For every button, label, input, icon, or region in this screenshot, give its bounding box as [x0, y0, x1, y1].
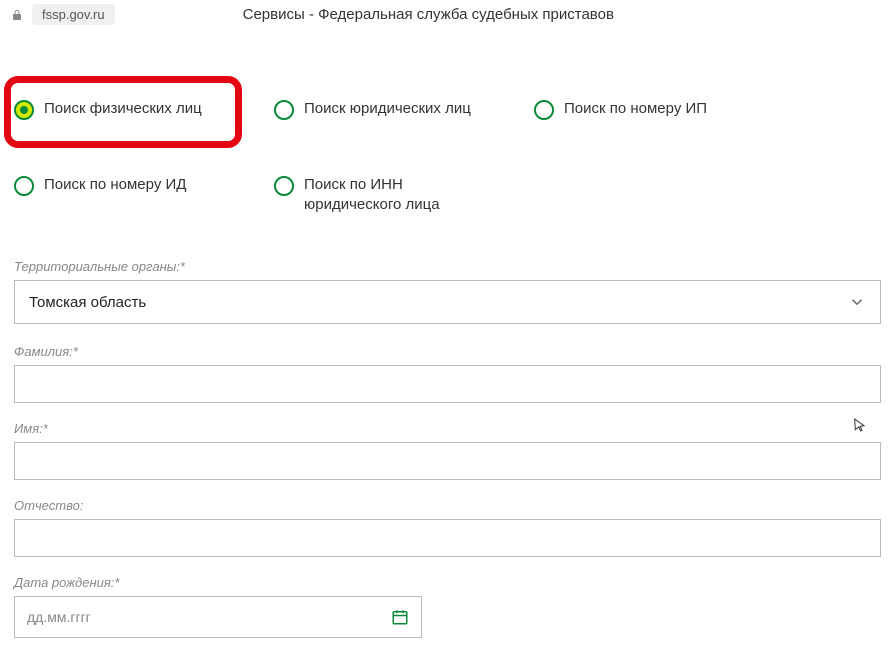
- radio-label: Поиск по номеру ИД: [44, 175, 186, 195]
- url-domain[interactable]: fssp.gov.ru: [32, 4, 115, 25]
- birthdate-label: Дата рождения:*: [14, 575, 881, 590]
- lastname-input-wrap: [14, 365, 881, 403]
- territory-value: Томская область: [29, 294, 848, 311]
- patronymic-input[interactable]: [15, 520, 880, 556]
- birthdate-placeholder: дд.мм.гггг: [27, 609, 391, 625]
- content: Поиск физических лиц Поиск юридических л…: [0, 29, 895, 648]
- radio-circle-icon: [534, 100, 554, 120]
- radio-circle-icon: [14, 176, 34, 196]
- territory-select[interactable]: Томская область: [14, 280, 881, 324]
- firstname-label: Имя:*: [14, 421, 881, 436]
- radio-circle-icon: [274, 176, 294, 196]
- lastname-input[interactable]: [15, 366, 880, 402]
- radio-circle-icon: [274, 100, 294, 120]
- search-type-radios: Поиск физических лиц Поиск юридических л…: [14, 99, 881, 214]
- patronymic-label: Отчество:: [14, 498, 881, 513]
- territory-label: Территориальные органы:*: [14, 259, 881, 274]
- birthdate-input[interactable]: дд.мм.гггг: [14, 596, 422, 638]
- radio-inn-legal[interactable]: Поиск по ИНН юридического лица: [274, 175, 534, 214]
- radio-label: Поиск по номеру ИП: [564, 99, 707, 119]
- radio-circle-icon: [14, 100, 34, 120]
- radio-label: Поиск юридических лиц: [304, 99, 471, 119]
- url-bar: fssp.gov.ru Сервисы - Федеральная служба…: [0, 0, 895, 29]
- search-form: Территориальные органы:* Томская область…: [14, 259, 881, 638]
- patronymic-input-wrap: [14, 519, 881, 557]
- radio-legal-entities[interactable]: Поиск юридических лиц: [274, 99, 534, 120]
- firstname-input[interactable]: [15, 443, 880, 479]
- lock-icon: [10, 8, 24, 22]
- radio-label: Поиск физических лиц: [44, 99, 202, 119]
- cursor-icon: [852, 417, 870, 435]
- chevron-down-icon: [848, 293, 866, 311]
- radio-ip-number[interactable]: Поиск по номеру ИП: [534, 99, 794, 120]
- radio-label: Поиск по ИНН юридического лица: [304, 175, 504, 214]
- radio-id-number[interactable]: Поиск по номеру ИД: [14, 175, 274, 214]
- page-title: Сервисы - Федеральная служба судебных пр…: [243, 6, 614, 23]
- lastname-label: Фамилия:*: [14, 344, 881, 359]
- firstname-input-wrap: [14, 442, 881, 480]
- radio-individuals[interactable]: Поиск физических лиц: [14, 99, 274, 120]
- calendar-icon: [391, 608, 409, 626]
